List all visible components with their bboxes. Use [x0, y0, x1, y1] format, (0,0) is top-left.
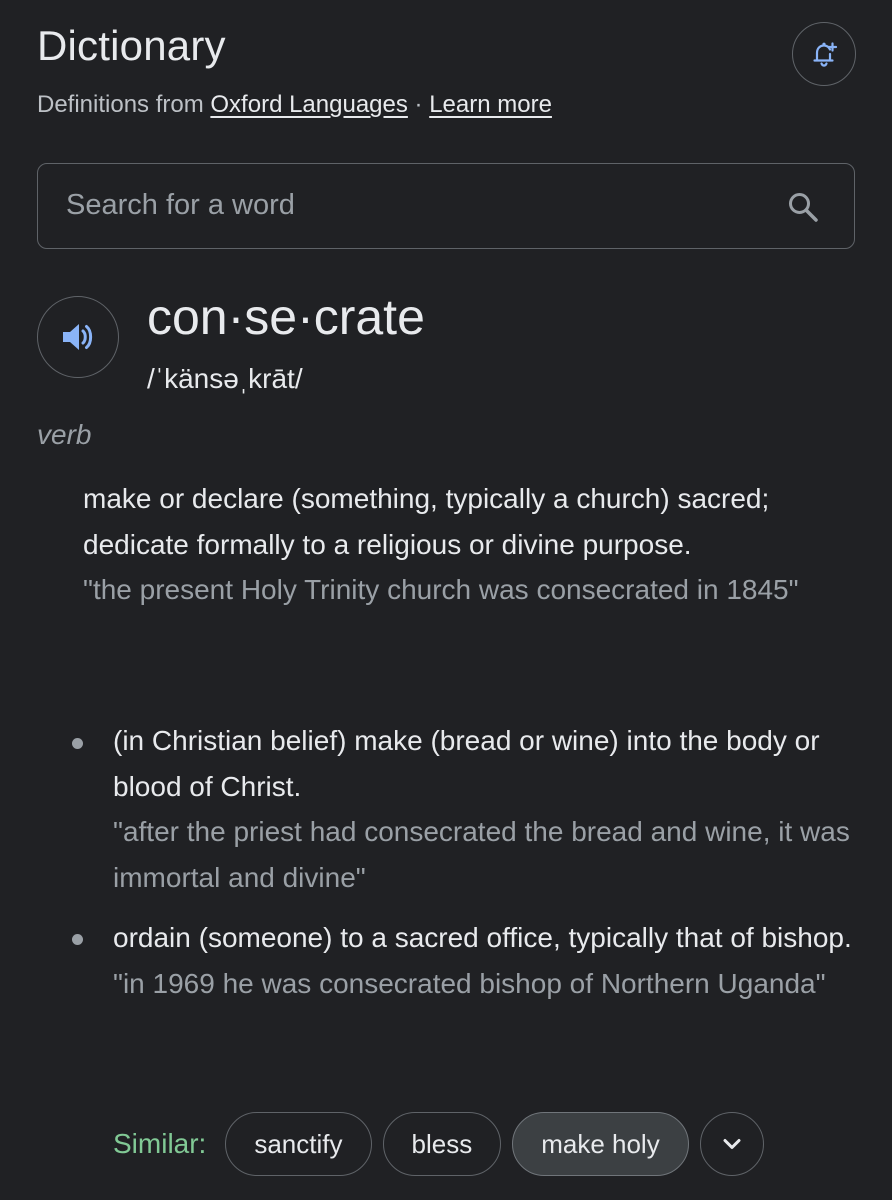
search-icon[interactable] [786, 190, 820, 224]
search-box[interactable] [37, 163, 855, 249]
page-title: Dictionary [37, 22, 226, 69]
pronunciation-audio-button[interactable] [37, 296, 119, 378]
pronunciation: /ˈkänsəˌkrāt/ [147, 363, 303, 394]
search-input[interactable] [66, 164, 766, 247]
expand-similar-button[interactable] [699, 1112, 764, 1176]
primary-definition: make or declare (something, typically a … [83, 476, 843, 613]
sub-definition-example: "after the priest had consecrated the br… [113, 816, 850, 893]
similar-chip-sanctify[interactable]: sanctify [225, 1112, 372, 1176]
definition-example: "the present Holy Trinity church was con… [83, 574, 799, 605]
source-prefix: Definitions from [37, 91, 211, 118]
learn-more-link[interactable]: Learn more [429, 91, 552, 118]
part-of-speech: verb [37, 419, 92, 450]
oxford-languages-link[interactable]: Oxford Languages [210, 91, 407, 118]
list-bullet [72, 738, 83, 749]
sub-definition-text: ordain (someone) to a sacred office, typ… [113, 922, 852, 953]
similar-words-row: Similar: sanctify bless make holy [113, 1112, 764, 1176]
separator: · [407, 91, 430, 118]
similar-label: Similar: [113, 1128, 207, 1159]
sub-definition-1: (in Christian belief) make (bread or win… [113, 718, 858, 900]
similar-chip-make-holy[interactable]: make holy [512, 1112, 689, 1176]
source-attribution: Definitions from Oxford Languages · Lear… [37, 91, 552, 119]
similar-chip-bless[interactable]: bless [382, 1112, 502, 1176]
definition-text: make or declare (something, typically a … [83, 483, 770, 560]
volume-speaker-icon [63, 324, 93, 350]
sub-definition-2: ordain (someone) to a sacred office, typ… [113, 915, 858, 1006]
add-alert-button[interactable] [792, 22, 856, 86]
sub-definition-example: "in 1969 he was consecrated bishop of No… [113, 967, 826, 999]
list-bullet [72, 934, 83, 945]
chevron-down-icon [723, 1139, 741, 1149]
add-alert-bell-icon [813, 42, 838, 67]
dictionary-panel: Dictionary Definitions from Oxford Langu… [0, 0, 892, 1200]
sub-definition-text: (in Christian belief) make (bread or win… [113, 725, 820, 802]
headword: con·se·crate [147, 289, 425, 345]
